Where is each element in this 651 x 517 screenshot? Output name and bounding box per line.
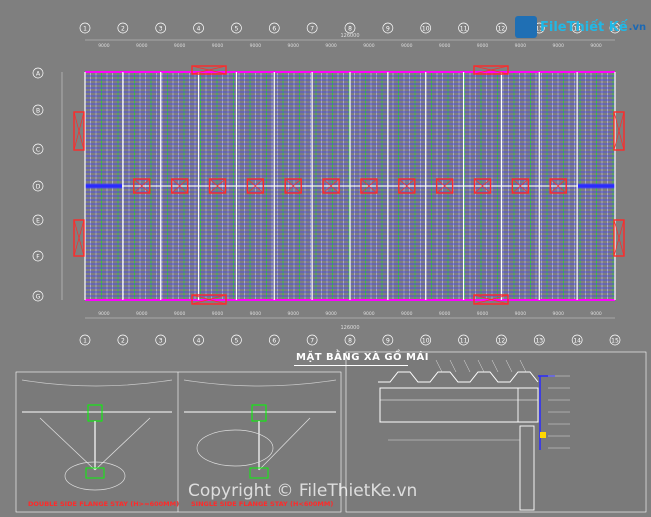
grid-label-bottom: 6 <box>272 338 276 345</box>
grid-label-bottom: 3 <box>159 338 163 345</box>
span-dimension-top: 9000 <box>174 43 186 49</box>
cad-drawing: 1190009000229000900033900090004490009000… <box>15 22 647 513</box>
grid-label-top: 6 <box>272 26 276 33</box>
grid-label-top: 8 <box>348 26 352 33</box>
span-dimension-bottom: 9000 <box>136 311 148 317</box>
grid-label-bottom: 13 <box>535 338 543 345</box>
grid-label-bottom: 2 <box>121 338 125 345</box>
grid-label-top: 12 <box>498 26 506 33</box>
logo-text: FileThiết Kế <box>540 19 628 35</box>
grid-label-top: 1 <box>83 26 87 33</box>
span-dimension-bottom: 9000 <box>477 311 489 317</box>
span-dimension-top: 9000 <box>363 43 375 49</box>
span-dimension-bottom: 9000 <box>287 311 299 317</box>
grid-label-top: 5 <box>235 26 239 33</box>
grid-label-left: C <box>36 147 40 154</box>
detail-caption-single: SINGLE SIDE FLANGE STAY (H<600MM) <box>191 500 334 508</box>
overall-dimension-top: 126000 <box>340 33 359 39</box>
span-dimension-bottom: 9000 <box>98 311 110 317</box>
grid-label-left: A <box>36 71 41 78</box>
span-dimension-bottom: 9000 <box>590 311 602 317</box>
grid-label-bottom: 1 <box>83 338 87 345</box>
overall-dimension-bottom: 126000 <box>340 325 359 331</box>
logo-icon <box>515 16 537 38</box>
span-dimension-top: 9000 <box>439 43 451 49</box>
span-dimension-bottom: 9000 <box>250 311 262 317</box>
grid-label-bottom: 9 <box>386 338 390 345</box>
grid-label-top: 11 <box>460 26 468 33</box>
span-dimension-top: 9000 <box>325 43 337 49</box>
span-dimension-top: 9000 <box>477 43 489 49</box>
grid-label-bottom: 8 <box>348 338 352 345</box>
plan-title: MẶT BẰNG XÀ GỒ MÁI <box>296 352 429 363</box>
span-dimension-top: 9000 <box>287 43 299 49</box>
grid-label-bottom: 12 <box>498 338 506 345</box>
grid-label-left: D <box>36 184 41 191</box>
grid-label-top: 7 <box>310 26 314 33</box>
span-dimension-bottom: 9000 <box>363 311 375 317</box>
grid-label-left: B <box>36 108 40 115</box>
grid-label-left: E <box>36 218 40 225</box>
grid-label-top: 3 <box>159 26 163 33</box>
grid-label-bottom: 11 <box>460 338 468 345</box>
span-dimension-bottom: 9000 <box>401 311 413 317</box>
grid-label-bottom: 4 <box>197 338 201 345</box>
span-dimension-top: 9000 <box>590 43 602 49</box>
span-dimension-bottom: 9000 <box>325 311 337 317</box>
logo-suffix: .vn <box>628 21 647 33</box>
grid-label-bottom: 5 <box>235 338 239 345</box>
grid-label-top: 4 <box>197 26 201 33</box>
span-dimension-top: 9000 <box>250 43 262 49</box>
span-dimension-bottom: 9000 <box>515 311 527 317</box>
grid-label-top: 9 <box>386 26 390 33</box>
span-dimension-bottom: 9000 <box>552 311 564 317</box>
grid-label-top: 10 <box>422 26 430 33</box>
grid-label-bottom: 7 <box>310 338 314 345</box>
logo[interactable]: FileThiết Kế .vn <box>515 14 646 40</box>
grid-label-bottom: 14 <box>573 338 581 345</box>
span-dimension-top: 9000 <box>401 43 413 49</box>
grid-label-bottom: 10 <box>422 338 430 345</box>
grid-label-bottom: 15 <box>611 338 619 345</box>
span-dimension-top: 9000 <box>515 43 527 49</box>
span-dimension-bottom: 9000 <box>212 311 224 317</box>
span-dimension-top: 9000 <box>552 43 564 49</box>
grid-label-left: F <box>36 254 40 261</box>
span-dimension-top: 9000 <box>136 43 148 49</box>
grid-label-left: G <box>36 294 41 301</box>
span-dimension-bottom: 9000 <box>174 311 186 317</box>
sealant-marker <box>540 432 546 438</box>
span-dimension-top: 9000 <box>212 43 224 49</box>
grid-label-top: 2 <box>121 26 125 33</box>
plan-title-underline <box>294 365 408 366</box>
detail-caption-double: DOUBLE SIDE FLANGE STAY (H>=600MM) <box>28 500 180 508</box>
watermark: Copyright © FileThietKe.vn <box>188 481 418 501</box>
span-dimension-bottom: 9000 <box>439 311 451 317</box>
span-dimension-top: 9000 <box>98 43 110 49</box>
